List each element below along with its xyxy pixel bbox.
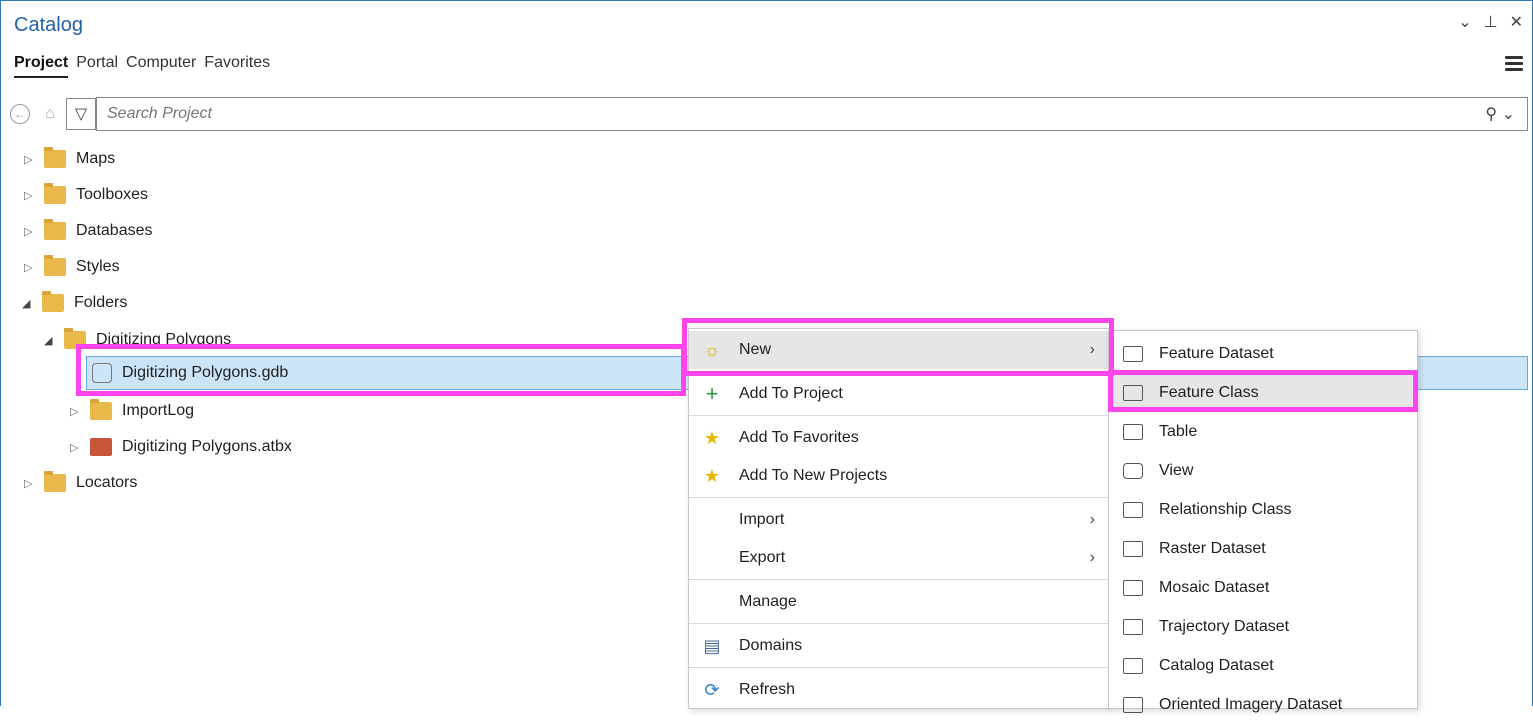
hamburger-menu-icon[interactable] <box>1505 56 1523 74</box>
toolboxes-folder-icon <box>44 183 66 204</box>
tab-computer[interactable]: Computer <box>126 54 196 78</box>
submenu-item-raster-dataset[interactable]: Raster Dataset <box>1109 531 1417 567</box>
chevron-down-icon[interactable]: ⌄ <box>1458 12 1471 32</box>
tree-item-atbx[interactable]: ▷ Digitizing Polygons.atbx <box>70 433 292 461</box>
home-icon[interactable]: ⌂ <box>38 102 62 126</box>
tree-item-styles[interactable]: ▷ Styles <box>24 253 120 281</box>
menu-item-add-to-favorites[interactable]: ★ Add To Favorites <box>689 419 1109 457</box>
catalog-dataset-icon <box>1123 658 1143 674</box>
styles-folder-icon <box>44 255 66 276</box>
back-arrow-icon[interactable]: ← <box>10 104 30 124</box>
search-row: ← ⌂ ▽ ⚲ ⌄ <box>10 96 1528 132</box>
chevron-right-icon: › <box>1089 511 1095 528</box>
separator <box>689 497 1109 498</box>
separator <box>689 415 1109 416</box>
menu-item-import[interactable]: Import › <box>689 501 1109 539</box>
highlight-new <box>682 318 1114 376</box>
separator <box>689 579 1109 580</box>
separator <box>689 667 1109 668</box>
tab-favorites[interactable]: Favorites <box>204 54 270 78</box>
tree-item-toolboxes[interactable]: ▷ Toolboxes <box>24 181 148 209</box>
tree-item-folders[interactable]: ◢ Folders <box>22 289 127 317</box>
folder-icon <box>90 399 112 420</box>
submenu-item-feature-dataset[interactable]: Feature Dataset <box>1109 336 1417 372</box>
feature-dataset-icon <box>1123 346 1143 362</box>
pane-title: Catalog <box>14 14 83 36</box>
submenu-item-mosaic-dataset[interactable]: Mosaic Dataset <box>1109 570 1417 606</box>
expand-arrow-icon[interactable]: ▷ <box>70 441 84 454</box>
trajectory-dataset-icon <box>1123 619 1143 635</box>
submenu-item-catalog-dataset[interactable]: Catalog Dataset <box>1109 648 1417 684</box>
highlight-gdb <box>76 344 686 396</box>
refresh-icon: ⟳ <box>704 679 720 700</box>
oriented-imagery-dataset-icon <box>1123 697 1143 713</box>
window-controls: ⌄ ⊥ ✕ <box>1458 12 1523 32</box>
expand-arrow-icon[interactable]: ▷ <box>24 153 38 166</box>
expand-arrow-icon[interactable]: ▷ <box>24 189 38 202</box>
separator <box>689 623 1109 624</box>
tab-bar: Project Portal Computer Favorites <box>14 54 270 78</box>
folders-folder-icon <box>42 291 64 312</box>
submenu-item-relationship-class[interactable]: Relationship Class <box>1109 492 1417 528</box>
search-input[interactable] <box>97 104 1486 124</box>
submenu-item-view[interactable]: View <box>1109 453 1417 489</box>
star-plus-icon: ★ <box>703 465 721 486</box>
search-box: ⚲ ⌄ <box>96 97 1528 131</box>
menu-item-domains[interactable]: ▤ Domains <box>689 627 1109 665</box>
locators-folder-icon <box>44 471 66 492</box>
collapse-arrow-icon[interactable]: ◢ <box>44 334 58 347</box>
menu-item-add-to-new-projects[interactable]: ★ Add To New Projects <box>689 457 1109 495</box>
domains-icon: ▤ <box>703 635 721 656</box>
menu-item-manage[interactable]: Manage <box>689 583 1109 621</box>
mosaic-dataset-icon <box>1123 580 1143 596</box>
expand-arrow-icon[interactable]: ▷ <box>70 405 84 418</box>
plus-icon: + <box>705 381 719 406</box>
view-icon <box>1123 463 1143 479</box>
submenu-item-trajectory-dataset[interactable]: Trajectory Dataset <box>1109 609 1417 645</box>
menu-item-add-to-project[interactable]: + Add To Project <box>689 375 1109 413</box>
tree-item-importlog[interactable]: ▷ ImportLog <box>70 397 194 425</box>
star-icon: ★ <box>703 427 721 448</box>
table-icon <box>1123 424 1143 440</box>
tree-item-databases[interactable]: ▷ Databases <box>24 217 153 245</box>
submenu-item-oriented-imagery-dataset[interactable]: Oriented Imagery Dataset <box>1109 687 1417 723</box>
chevron-right-icon: › <box>1089 549 1095 566</box>
highlight-feature-class <box>1108 370 1418 412</box>
close-icon[interactable]: ✕ <box>1510 12 1523 32</box>
expand-arrow-icon[interactable]: ▷ <box>24 261 38 274</box>
search-icon[interactable]: ⚲ ⌄ <box>1485 104 1515 124</box>
tab-project[interactable]: Project <box>14 54 69 78</box>
expand-arrow-icon[interactable]: ▷ <box>24 225 38 238</box>
submenu-item-table[interactable]: Table <box>1109 414 1417 450</box>
menu-item-export[interactable]: Export › <box>689 539 1109 577</box>
toolbox-icon <box>90 438 112 456</box>
context-menu: ☼ New › + Add To Project ★ Add To Favori… <box>688 328 1110 709</box>
tree-item-maps[interactable]: ▷ Maps <box>24 145 115 173</box>
maps-folder-icon <box>44 147 66 168</box>
tab-portal[interactable]: Portal <box>76 54 118 78</box>
filter-icon[interactable]: ▽ <box>66 98 96 130</box>
menu-item-refresh[interactable]: ⟳ Refresh <box>689 671 1109 709</box>
databases-folder-icon <box>44 219 66 240</box>
pin-icon[interactable]: ⊥ <box>1484 12 1498 32</box>
expand-arrow-icon[interactable]: ▷ <box>24 477 38 490</box>
tree-item-locators[interactable]: ▷ Locators <box>24 469 137 497</box>
collapse-arrow-icon[interactable]: ◢ <box>22 297 36 310</box>
raster-dataset-icon <box>1123 541 1143 557</box>
relationship-class-icon <box>1123 502 1143 518</box>
